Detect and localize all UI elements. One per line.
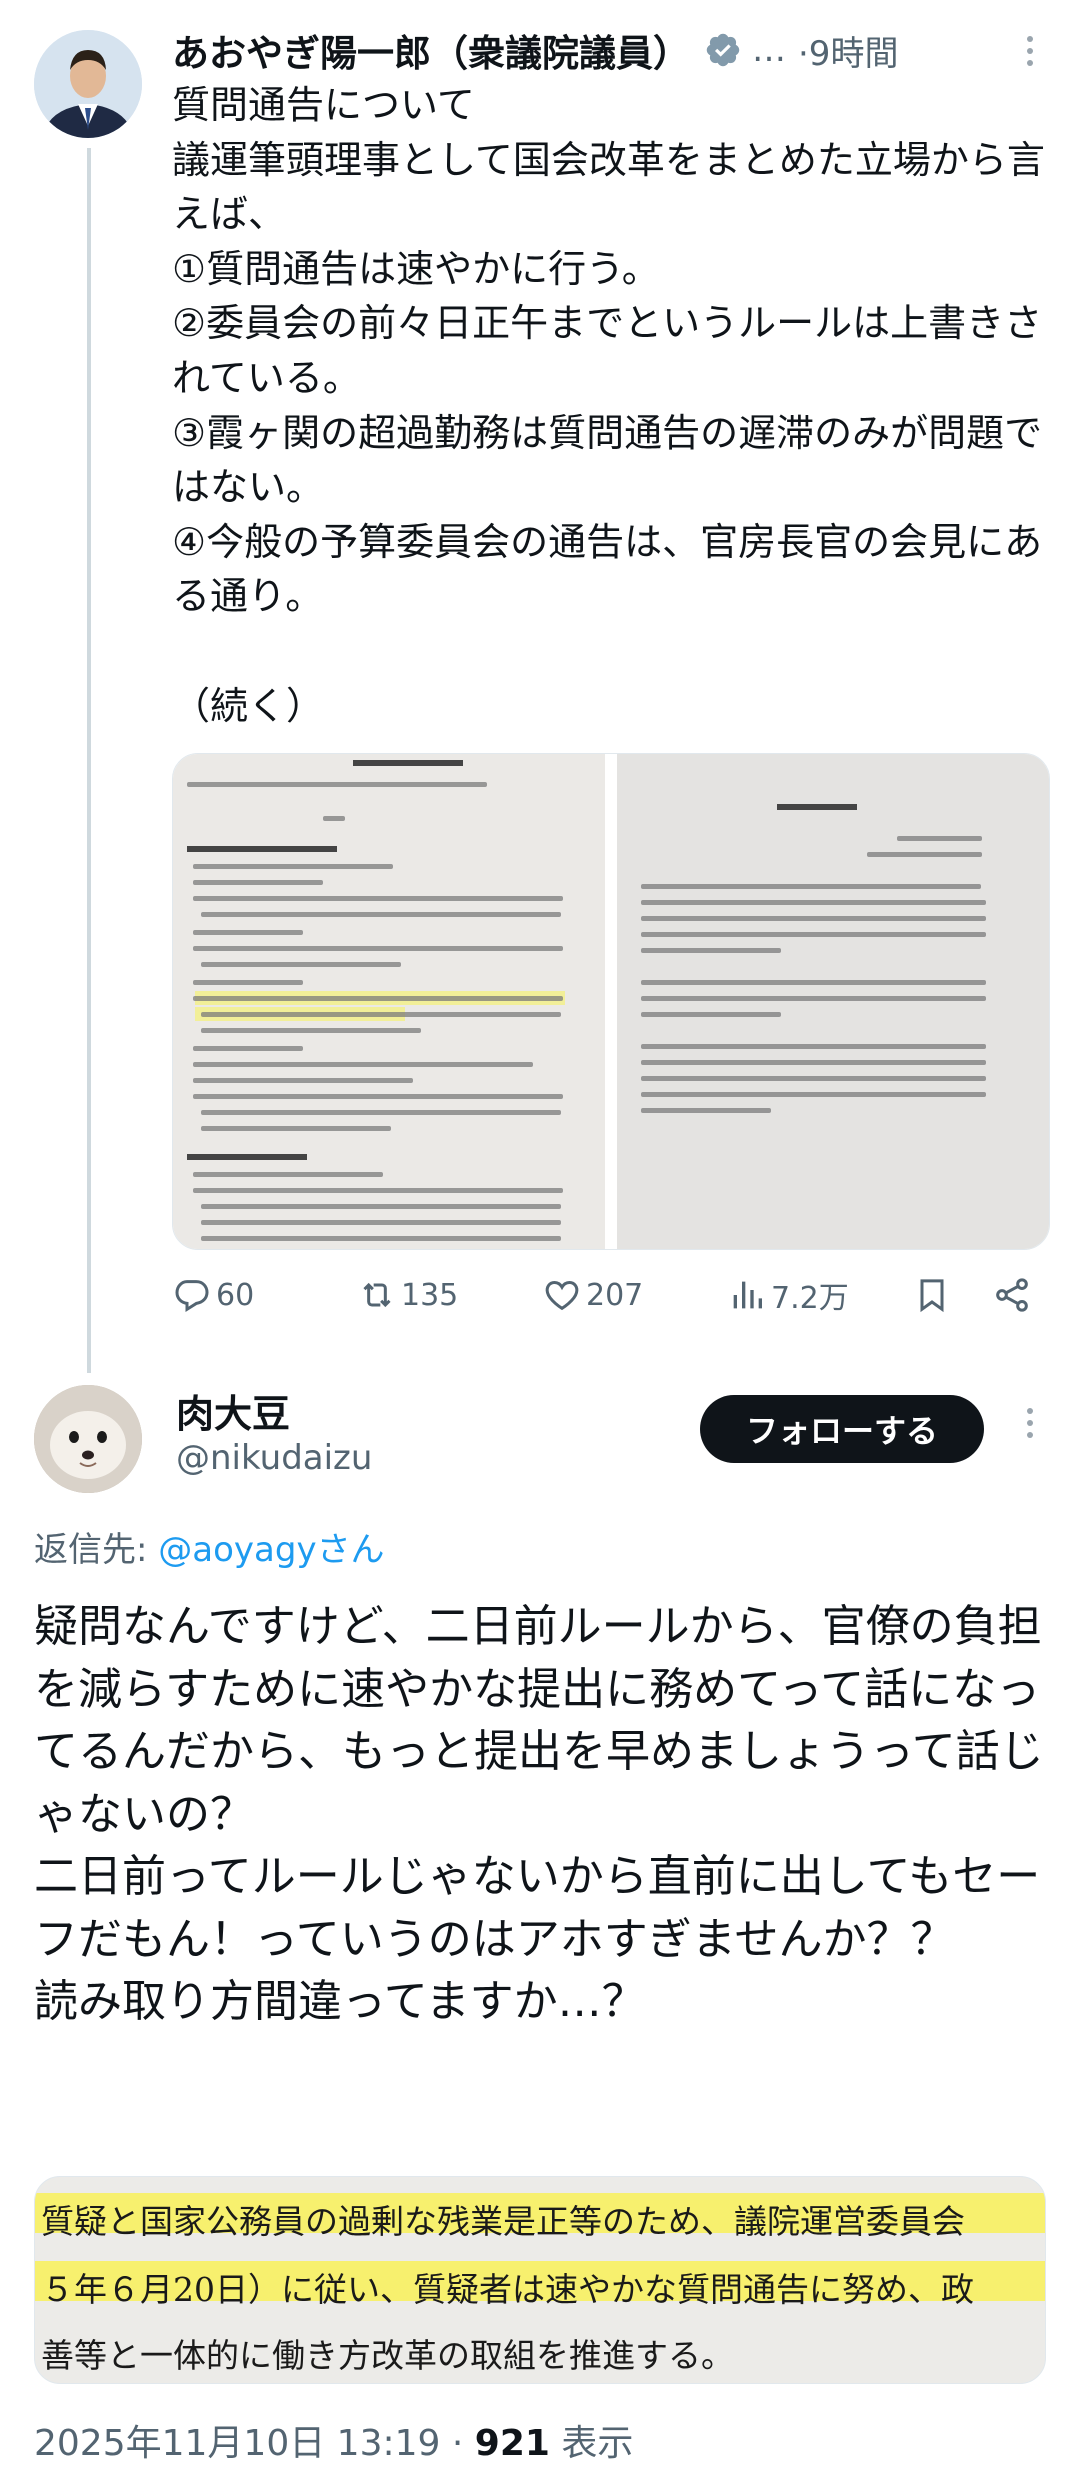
tweet-header: あおやぎ陽一郎（衆議院議員） … ·9時間 — [172, 20, 1052, 80]
views-icon — [733, 1281, 762, 1309]
verified-badge-icon[interactable] — [704, 31, 742, 69]
more-icon[interactable] — [1010, 26, 1050, 76]
like-button[interactable]: 207 — [542, 1265, 643, 1325]
reply-button[interactable]: 60 — [172, 1265, 254, 1325]
image-text-line-1: 質疑と国家公務員の過剰な残業是正等のため、議院運営委員会 — [41, 2202, 965, 2241]
tweet-text: 質問通告について 議運筆頭理事として国会改革をまとめた立場から言えば、 ①質問通… — [172, 83, 1045, 728]
image-text-line-2: ５年６月20日）に従い、質疑者は速やかな質問通告に努め、政 — [41, 2270, 974, 2309]
avatar-photo-politician — [34, 30, 142, 138]
bookmark-button[interactable] — [912, 1265, 956, 1325]
tweet-date[interactable]: 2025年11月10日 13:19 — [34, 2423, 440, 2464]
reply-attached-image[interactable]: 質疑と国家公務員の過剰な残業是正等のため、議院運営委員会 ５年６月20日）に従い… — [34, 2176, 1046, 2384]
tweet-media[interactable] — [172, 753, 1050, 1250]
thread-connector-line — [87, 148, 91, 1373]
author-name[interactable]: あおやぎ陽一郎（衆議院議員） — [172, 23, 690, 77]
image-text-line-3: 善等と一体的に働き方改革の取組を推進する。 — [41, 2336, 734, 2375]
view-count: 921 — [474, 2423, 550, 2464]
tweet-timestamp[interactable]: ·9時間 — [798, 26, 898, 75]
replying-to: 返信先: @aoyagyさん — [34, 1522, 385, 1571]
tweet-meta: 2025年11月10日 13:19 · 921 表示 — [34, 2414, 633, 2466]
retweet-count: 135 — [401, 1277, 459, 1313]
like-icon — [545, 1280, 579, 1311]
replying-to-suffix[interactable]: さん — [317, 1530, 385, 1570]
reply-text: 疑問なんですけど、二日前ルールから、官僚の負担を減らすために速やかな提出に務めて… — [34, 1601, 1044, 2027]
more-icon[interactable] — [1010, 1398, 1050, 1448]
reply-icon — [175, 1280, 209, 1313]
replying-to-prefix: 返信先: — [34, 1530, 159, 1570]
replying-to-mention[interactable]: @aoyagy — [158, 1530, 316, 1570]
document-image-left[interactable] — [173, 754, 605, 1249]
view-label: 表示 — [549, 2423, 634, 2464]
avatar-photo-dog — [34, 1385, 142, 1493]
document-image-right[interactable] — [617, 754, 1049, 1249]
retweet-button[interactable]: 135 — [357, 1265, 458, 1325]
retweet-icon — [363, 1282, 391, 1308]
share-icon — [996, 1278, 1028, 1312]
meta-separator: · — [440, 2423, 475, 2464]
name-truncation: … — [752, 30, 786, 70]
views-count: 7.2万 — [771, 1281, 849, 1316]
reply-author-handle[interactable]: @nikudaizu — [176, 1438, 372, 1478]
like-count: 207 — [586, 1277, 644, 1313]
follow-button[interactable]: フォローする — [700, 1395, 984, 1463]
share-button[interactable] — [992, 1265, 1036, 1325]
reply-author-avatar[interactable] — [34, 1385, 142, 1493]
views-button[interactable]: 7.2万 — [727, 1265, 849, 1325]
reply-count: 60 — [216, 1277, 255, 1313]
tweet-action-bar: 60 135 207 7.2万 — [172, 1265, 1050, 1325]
author-avatar[interactable] — [34, 30, 142, 138]
bookmark-icon — [920, 1279, 944, 1313]
reply-author-name[interactable]: 肉大豆 — [176, 1383, 290, 1438]
